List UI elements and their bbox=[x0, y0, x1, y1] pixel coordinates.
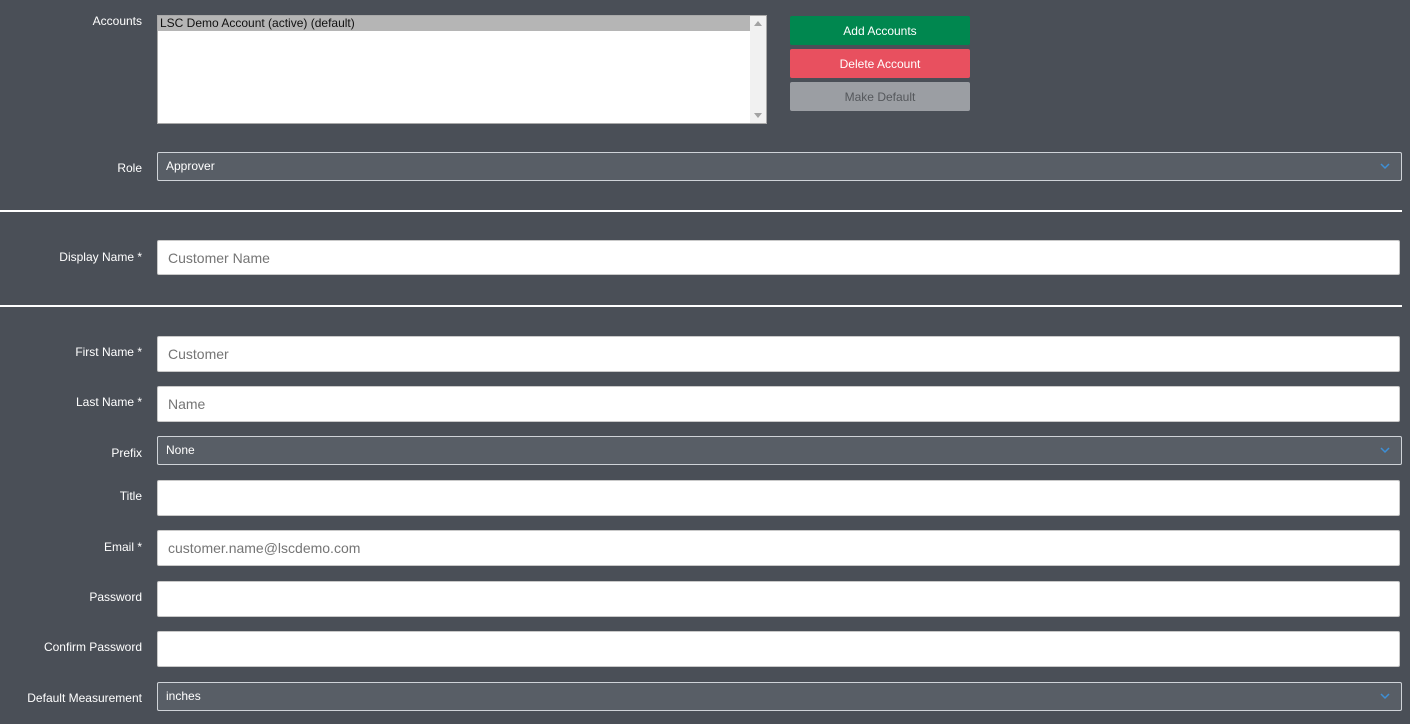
accounts-label: Accounts bbox=[92, 14, 142, 28]
title-input[interactable] bbox=[157, 480, 1400, 516]
password-input[interactable] bbox=[157, 581, 1400, 617]
chevron-down-icon bbox=[1380, 693, 1390, 700]
accounts-option[interactable]: LSC Demo Account (active) (default) bbox=[158, 16, 750, 31]
display-name-label: Display Name * bbox=[59, 250, 142, 264]
prefix-select[interactable]: None bbox=[157, 436, 1402, 465]
role-select[interactable]: Approver bbox=[157, 152, 1402, 181]
title-label: Title bbox=[119, 489, 142, 503]
prefix-label: Prefix bbox=[111, 446, 142, 460]
make-default-button[interactable]: Make Default bbox=[790, 82, 970, 111]
accounts-scrollbar[interactable] bbox=[750, 16, 766, 123]
confirm-password-input[interactable] bbox=[157, 631, 1400, 667]
add-accounts-button[interactable]: Add Accounts bbox=[790, 16, 970, 45]
prefix-select-value: None bbox=[166, 443, 195, 457]
last-name-label: Last Name * bbox=[75, 395, 142, 409]
accounts-listbox[interactable]: LSC Demo Account (active) (default) bbox=[157, 15, 767, 124]
scroll-down-arrow-icon[interactable] bbox=[754, 113, 762, 118]
first-name-label: First Name * bbox=[75, 345, 142, 359]
delete-account-button[interactable]: Delete Account bbox=[790, 49, 970, 78]
role-select-value: Approver bbox=[166, 159, 215, 173]
section-divider bbox=[0, 305, 1402, 307]
confirm-password-label: Confirm Password bbox=[43, 640, 142, 654]
scroll-up-arrow-icon[interactable] bbox=[754, 21, 762, 26]
first-name-input[interactable] bbox=[157, 336, 1400, 372]
email-input[interactable] bbox=[157, 530, 1400, 566]
display-name-input[interactable] bbox=[157, 240, 1400, 275]
section-divider bbox=[0, 210, 1402, 212]
last-name-input[interactable] bbox=[157, 386, 1400, 422]
email-label: Email * bbox=[103, 540, 142, 554]
default-measurement-label: Default Measurement bbox=[27, 691, 142, 705]
chevron-down-icon bbox=[1380, 163, 1390, 170]
password-label: Password bbox=[89, 590, 142, 604]
role-label: Role bbox=[117, 161, 142, 175]
default-measurement-select[interactable]: inches bbox=[157, 682, 1402, 711]
chevron-down-icon bbox=[1380, 447, 1390, 454]
default-measurement-select-value: inches bbox=[166, 689, 201, 703]
